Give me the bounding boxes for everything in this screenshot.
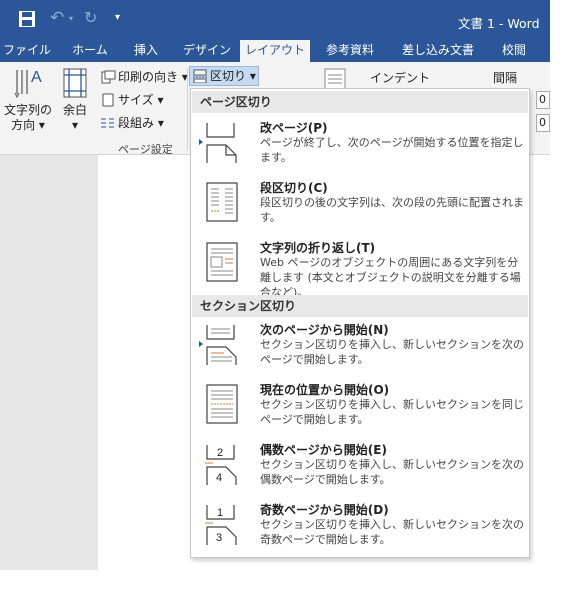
- size-label: サイズ ▾: [118, 93, 164, 107]
- column-break-desc: 段区切りの後の文字列は、次の段の先頭に配置されます。: [260, 196, 524, 224]
- text-direction-icon: A: [14, 69, 42, 99]
- odd-page-desc: セクション区切りを挿入し、新しいセクションを次の奇数ページで開始します。: [260, 518, 524, 546]
- spacing-after-input[interactable]: 0: [536, 114, 550, 132]
- tab-design[interactable]: デザイン: [178, 40, 236, 62]
- breaks-icon: [193, 69, 207, 83]
- continuous-section-icon: [206, 384, 238, 424]
- selection-marker-icon: [199, 341, 203, 347]
- margins-icon: [63, 68, 87, 98]
- even-page-section-icon: 2 4: [205, 445, 237, 485]
- indent-label: インデント: [370, 71, 431, 85]
- even-page-title: 偶数ページから開始(E): [260, 443, 387, 457]
- even-thumb-number-1: 2: [217, 447, 223, 459]
- continuous-title: 現在の位置から開始(O): [260, 383, 390, 397]
- tab-home[interactable]: ホーム: [66, 40, 114, 62]
- menu-item-odd-page[interactable]: 1 3 奇数ページから開始(D) セクション区切りを挿入し、新しいセクションを次…: [192, 501, 528, 559]
- text-direction-label-1: 文字列の: [3, 103, 52, 117]
- title-bar: ↶ ▾ ↻ ▾ 文書 1 - Word: [0, 0, 550, 40]
- next-page-section-icon: [206, 325, 237, 365]
- breaks-label: 区切り ▾: [210, 69, 256, 83]
- odd-thumb-number-1: 1: [217, 507, 223, 519]
- columns-icon: [101, 118, 114, 128]
- spacing-label: 間隔: [493, 71, 518, 85]
- page-break-title: 改ページ(P): [260, 121, 328, 135]
- odd-thumb-number-2: 3: [216, 532, 222, 544]
- ribbon-tabs: ファイル ホーム 挿入 デザイン レイアウト 参考資料 差し込み文書 校閲: [0, 40, 550, 62]
- columns-label: 段組み ▾: [118, 116, 164, 130]
- orientation-label: 印刷の向き ▾: [118, 70, 188, 84]
- breaks-dropdown-menu: ページ区切り 改ページ(P) ページが終了し、次のページが開始する位置を指定しま…: [190, 88, 530, 558]
- margins-dropdown-arrow: ▾: [71, 118, 79, 132]
- section-breaks-header: セクション区切り: [192, 295, 528, 317]
- svg-text:A: A: [31, 69, 42, 86]
- document-title: 文書 1 - Word: [458, 16, 540, 31]
- page-breaks-header: ページ区切り: [192, 91, 528, 113]
- orientation-button[interactable]: 印刷の向き ▾: [100, 68, 188, 86]
- even-page-desc: セクション区切りを挿入し、新しいセクションを次の偶数ページで開始します。: [260, 458, 524, 486]
- size-icon: [102, 93, 114, 107]
- menu-item-continuous[interactable]: 現在の位置から開始(O) セクション区切りを挿入し、新しいセクションを同じページ…: [192, 381, 528, 439]
- menu-item-even-page[interactable]: 2 4 偶数ページから開始(E) セクション区切りを挿入し、新しいセクションを次…: [192, 441, 528, 499]
- menu-item-next-page[interactable]: 次のページから開始(N) セクション区切りを挿入し、新しいセクションを次のページ…: [192, 321, 528, 379]
- margins-label: 余白: [62, 103, 87, 117]
- menu-item-page-break[interactable]: 改ページ(P) ページが終了し、次のページが開始する位置を指定します。: [192, 119, 528, 177]
- page-break-desc: ページが終了し、次のページが開始する位置を指定します。: [260, 136, 524, 164]
- tab-references[interactable]: 参考資料: [318, 40, 382, 62]
- text-direction-label-2: 方向 ▾: [11, 118, 45, 132]
- orientation-icon: [101, 70, 116, 84]
- next-page-title: 次のページから開始(N): [260, 323, 389, 337]
- text-wrapping-title: 文字列の折り返し(T): [260, 241, 376, 255]
- menu-item-text-wrapping[interactable]: 文字列の折り返し(T) Web ページのオブジェクトの周囲にある文字列を分離しま…: [192, 239, 528, 299]
- column-break-icon: [206, 182, 238, 222]
- continuous-desc: セクション区切りを挿入し、新しいセクションを同じページで開始します。: [260, 398, 524, 426]
- menu-item-column-break[interactable]: 段区切り(C) 段区切りの後の文字列は、次の段の先頭に配置されます。: [192, 179, 528, 237]
- margins-button[interactable]: 余白 ▾: [58, 66, 92, 133]
- redo-icon[interactable]: ↻: [84, 8, 97, 27]
- spacing-before-input[interactable]: 0: [536, 91, 550, 109]
- selection-marker-icon: [199, 139, 203, 145]
- tab-review[interactable]: 校閲: [494, 40, 534, 62]
- even-thumb-number-2: 4: [216, 472, 222, 484]
- text-wrapping-icon: [206, 242, 238, 282]
- tab-layout[interactable]: レイアウト: [240, 40, 310, 62]
- customize-qat-icon[interactable]: ▾: [115, 12, 120, 23]
- tab-file[interactable]: ファイル: [0, 40, 54, 62]
- save-icon[interactable]: [18, 10, 36, 28]
- next-page-desc: セクション区切りを挿入し、新しいセクションを次のページで開始します。: [260, 338, 524, 366]
- columns-button[interactable]: 段組み ▾: [100, 114, 164, 132]
- undo-dropdown-icon[interactable]: ▾: [69, 14, 73, 23]
- undo-icon[interactable]: ↶: [50, 8, 64, 28]
- odd-page-title: 奇数ページから開始(D): [260, 503, 389, 517]
- breaks-button[interactable]: 区切り ▾: [192, 67, 256, 85]
- text-wrapping-desc: Web ページのオブジェクトの周囲にある文字列を分離します (本文とオブジェクト…: [260, 256, 521, 299]
- text-direction-button[interactable]: A 文字列の 方向 ▾: [2, 66, 54, 133]
- tab-mailings[interactable]: 差し込み文書: [396, 40, 480, 62]
- size-button[interactable]: サイズ ▾: [100, 91, 163, 109]
- page-break-icon: [206, 123, 237, 163]
- column-break-title: 段区切り(C): [260, 181, 328, 195]
- tab-insert[interactable]: 挿入: [126, 40, 166, 62]
- group-divider: [187, 68, 188, 150]
- odd-page-section-icon: 1 3: [205, 505, 237, 545]
